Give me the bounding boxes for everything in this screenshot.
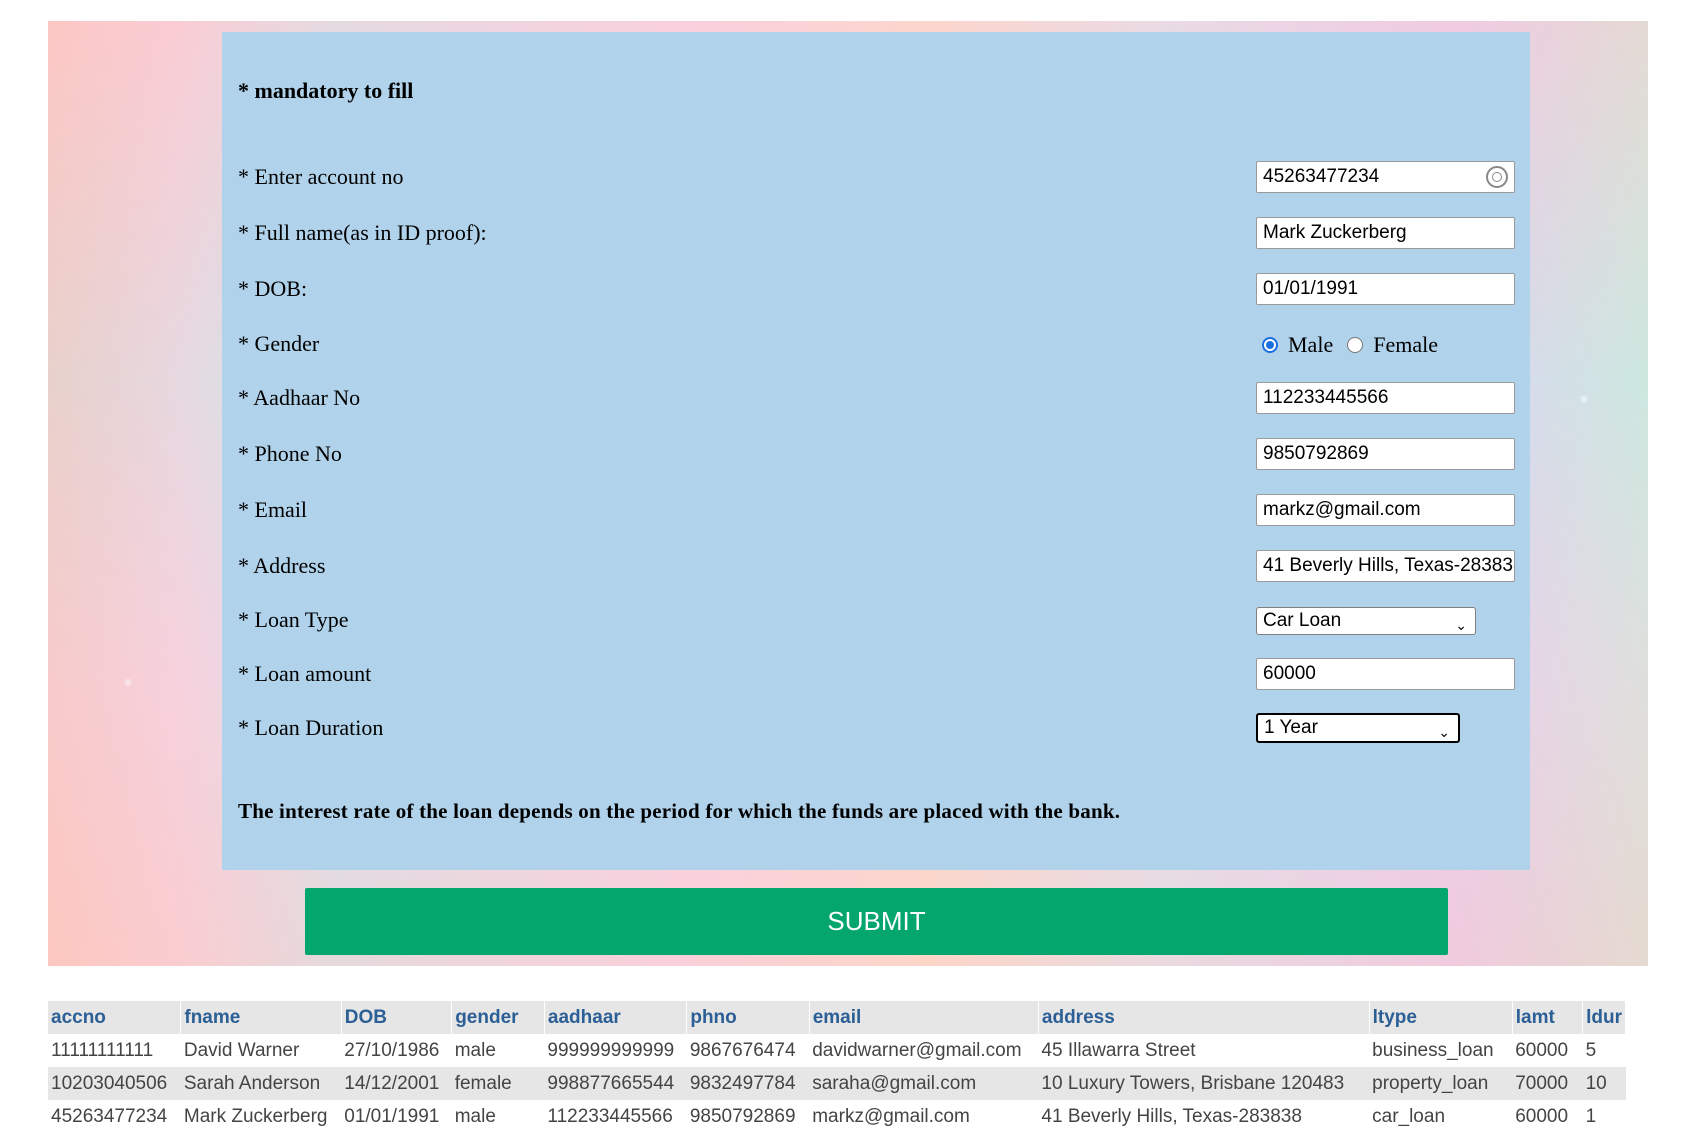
submit-button[interactable]: SUBMIT [305, 888, 1448, 955]
label-address: * Address [238, 553, 326, 578]
cell-fname: Mark Zuckerberg [183, 1105, 328, 1127]
address-input[interactable]: 41 Beverly Hills, Texas-283838 [1256, 550, 1515, 582]
label-email: * Email [238, 497, 308, 522]
label-loan-amount: * Loan amount [238, 661, 372, 686]
header-lamt: lamt [1512, 1001, 1584, 1034]
account-no-input[interactable]: 45263477234 [1256, 161, 1515, 193]
loan-duration-value: 1 Year [1264, 717, 1318, 738]
header-email: email [809, 1001, 1039, 1034]
label-account-no: * Enter account no [238, 164, 404, 189]
label-aadhaar: * Aadhaar No [238, 385, 361, 410]
cell-email: saraha@gmail.com [809, 1067, 1039, 1100]
loan-type-select[interactable]: Car Loan ⌄ [1256, 607, 1476, 635]
label-loan-type: * Loan Type [238, 607, 349, 632]
chevron-down-icon: ⌄ [1438, 724, 1450, 740]
gender-radio-group: Male Female [1262, 332, 1438, 358]
cell-email: davidwarner@gmail.com [812, 1039, 1022, 1061]
cell-address: 10 Luxury Towers, Brisbane 120483 [1038, 1067, 1370, 1100]
loan-records-table: accno fname DOB gender aadhaar phno emai… [48, 1001, 1626, 1133]
email-input[interactable]: markz@gmail.com [1256, 494, 1515, 526]
cell-dob: 27/10/1986 [344, 1039, 440, 1061]
chevron-down-icon: ⌄ [1455, 617, 1467, 633]
interest-note: The interest rate of the loan depends on… [238, 799, 1121, 823]
header-fname: fname [180, 1001, 342, 1034]
autofill-icon[interactable] [1486, 166, 1508, 188]
full-name-input[interactable]: Mark Zuckerberg [1256, 217, 1515, 249]
cell-fname: Sarah Anderson [180, 1067, 342, 1100]
cell-gender: male [454, 1039, 496, 1061]
cell-accno: 11111111111 [51, 1039, 154, 1061]
cell-accno: 45263477234 [51, 1105, 168, 1127]
cell-phno: 9832497784 [686, 1067, 810, 1100]
loan-amount-input[interactable]: 60000 [1256, 658, 1515, 690]
mandatory-note: * mandatory to fill [238, 78, 414, 103]
header-ldur: ldur [1582, 1001, 1626, 1034]
gender-female-label: Female [1373, 332, 1438, 357]
cell-ldur: 10 [1582, 1067, 1626, 1100]
cell-aadhaar: 112233445566 [547, 1105, 673, 1127]
cell-dob: 14/12/2001 [341, 1067, 452, 1100]
header-ltype: ltype [1369, 1001, 1513, 1034]
table-row: 10203040506 Sarah Anderson 14/12/2001 fe… [48, 1067, 1626, 1100]
dob-input[interactable]: 01/01/1991 [1256, 273, 1515, 305]
cell-ldur: 5 [1585, 1039, 1597, 1061]
header-dob: DOB [341, 1001, 453, 1034]
loan-type-value: Car Loan [1263, 610, 1342, 631]
table-row: 45263477234 Mark Zuckerberg 01/01/1991 m… [48, 1100, 1626, 1133]
cell-lamt: 60000 [1515, 1105, 1569, 1127]
phone-input[interactable]: 9850792869 [1256, 438, 1515, 470]
cell-phno: 9850792869 [689, 1105, 796, 1127]
cell-aadhaar: 999999999999 [547, 1039, 675, 1061]
loan-form-panel: * mandatory to fill * Enter account no 4… [222, 32, 1530, 870]
cell-lamt: 70000 [1512, 1067, 1583, 1100]
cell-email: markz@gmail.com [812, 1105, 970, 1127]
cell-ltype: car_loan [1372, 1105, 1446, 1127]
header-aadhaar: aadhaar [544, 1001, 688, 1034]
label-phone: * Phone No [238, 441, 342, 466]
cell-address: 41 Beverly Hills, Texas-283838 [1041, 1105, 1302, 1127]
cell-ldur: 1 [1585, 1105, 1597, 1127]
label-loan-duration: * Loan Duration [238, 715, 384, 740]
gender-male-radio[interactable] [1262, 337, 1278, 353]
gender-female-radio[interactable] [1347, 337, 1364, 353]
table-header-row: accno fname DOB gender aadhaar phno emai… [48, 1001, 1626, 1034]
cell-ltype: property_loan [1369, 1067, 1513, 1100]
table-row: 11111111111 David Warner 27/10/1986 male… [48, 1034, 1626, 1067]
cell-phno: 9867676474 [689, 1039, 796, 1061]
label-gender: * Gender [238, 331, 320, 356]
cell-ltype: business_loan [1372, 1039, 1494, 1061]
aadhaar-input[interactable]: 112233445566 [1256, 382, 1515, 414]
gender-male-label: Male [1288, 332, 1334, 357]
label-full-name: * Full name(as in ID proof): [238, 220, 487, 245]
cell-fname: David Warner [183, 1039, 300, 1061]
account-no-value: 45263477234 [1263, 166, 1380, 187]
cell-accno: 10203040506 [48, 1067, 181, 1100]
cell-address: 45 Illawarra Street [1041, 1039, 1196, 1061]
header-gender: gender [451, 1001, 545, 1034]
label-dob: * DOB: [238, 276, 308, 301]
cell-gender: male [454, 1105, 496, 1127]
loan-duration-select[interactable]: 1 Year ⌄ [1256, 713, 1460, 743]
header-address: address [1038, 1001, 1370, 1034]
cell-gender: female [451, 1067, 545, 1100]
header-accno: accno [48, 1001, 182, 1034]
header-phno: phno [686, 1001, 810, 1034]
cell-dob: 01/01/1991 [344, 1105, 440, 1127]
cell-lamt: 60000 [1515, 1039, 1569, 1061]
cell-aadhaar: 998877665544 [544, 1067, 687, 1100]
